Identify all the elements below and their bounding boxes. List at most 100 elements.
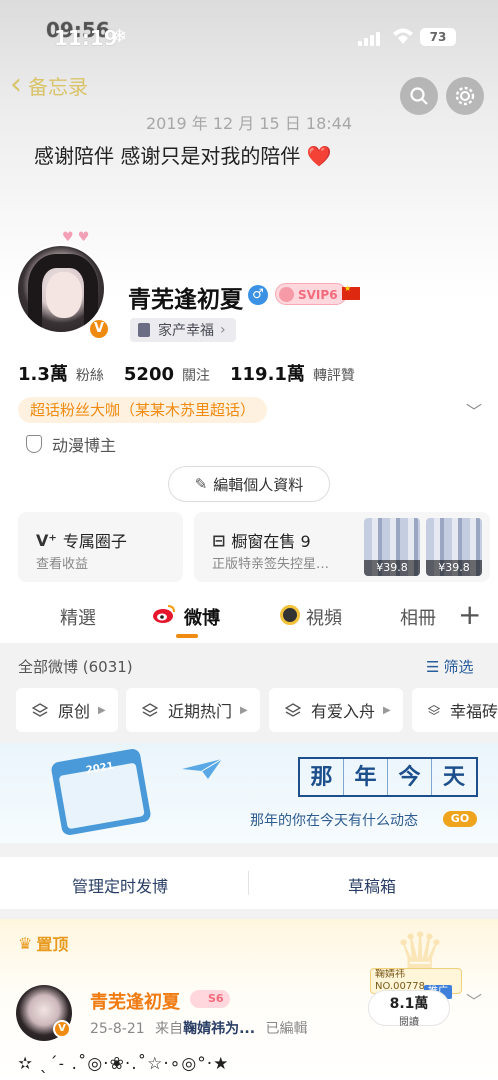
stat-label: 關注 xyxy=(182,368,210,384)
category-tag-label: 动漫博主 xyxy=(52,436,117,455)
paper-plane-icon xyxy=(182,758,223,779)
layers-icon xyxy=(285,703,301,717)
family-icon xyxy=(138,323,150,337)
caret-right-icon: ▶ xyxy=(240,704,248,716)
on-this-day-banner[interactable]: 2021 那 年 今 天 那年的你在今天有什么动态 GO xyxy=(0,743,498,843)
tab-weibo[interactable]: 微博 xyxy=(184,604,220,630)
product-thumbnail[interactable]: ¥39.8 xyxy=(364,518,420,576)
banner-title-char: 年 xyxy=(344,759,388,795)
battery-icon: 73 xyxy=(420,28,456,46)
stat-label: 轉評贊 xyxy=(312,368,355,384)
pinned-label: ♛ 置顶 xyxy=(18,931,68,955)
chip-label: 近期热门 xyxy=(168,702,233,721)
reads-label: 閱讀 xyxy=(399,1017,419,1028)
section-divider xyxy=(0,909,498,919)
memory-post-body: 感谢陪伴 感谢只是对我的陪伴 xyxy=(34,144,301,168)
circle-card-subtitle: 查看收益 xyxy=(36,557,89,572)
go-button[interactable]: GO xyxy=(443,811,477,827)
post-edited: 已編輯 xyxy=(265,1021,308,1037)
post-author-name[interactable]: 青芜逢初夏 xyxy=(90,988,180,1014)
stat-likes[interactable]: 119.1萬 轉評贊 xyxy=(230,360,355,386)
verified-badge-icon: V xyxy=(53,1020,71,1038)
shop-card-subtitle: 正版特亲签失控星… xyxy=(212,557,330,572)
circle-v-icon: V⁺ xyxy=(36,530,57,550)
stat-value: 5200 xyxy=(123,364,174,385)
caret-right-icon: ▶ xyxy=(98,704,106,716)
status-time: 09:56 11:19 xyxy=(46,18,118,50)
product-price: ¥39.8 xyxy=(364,560,420,576)
stat-value: 1.3萬 xyxy=(18,364,68,385)
post-body: ✫ ˎˊ˗ .˚◎·❀·.˚☆·∘◎°·★ xyxy=(18,1054,230,1074)
chevron-down-icon[interactable]: ﹀ xyxy=(466,398,482,422)
profile-stats: 1.3萬 粉絲 5200 關注 119.1萬 轉評贊 xyxy=(18,360,375,386)
weibo-icon xyxy=(153,605,175,623)
tab-featured[interactable]: 精選 xyxy=(60,604,96,630)
stat-following[interactable]: 5200 關注 xyxy=(124,364,210,385)
layers-icon xyxy=(32,703,48,717)
heart-decoration-icon: ♥ ♥ xyxy=(62,230,90,245)
male-icon: ♂ xyxy=(248,285,268,305)
stat-followers[interactable]: 1.3萬 粉絲 xyxy=(18,360,104,386)
product-thumbnail[interactable]: ¥39.8 xyxy=(426,518,482,576)
reads-counter[interactable]: 8.1萬 閱讀 xyxy=(368,990,450,1028)
scheduled-posts-button[interactable]: 管理定时发博 xyxy=(72,873,168,897)
edit-profile-label: 編輯個人資料 xyxy=(213,475,304,494)
back-button[interactable]: ‹ 备忘录 xyxy=(10,70,88,100)
banner-title-char: 今 xyxy=(388,759,432,795)
chip-label: 幸福砖 xyxy=(449,702,498,721)
svip-badge[interactable]: SVIP6 xyxy=(275,283,347,305)
section-divider xyxy=(0,843,498,857)
layers-icon xyxy=(428,704,440,716)
post-source[interactable]: 鞠婧祎为... xyxy=(183,1021,255,1037)
status-time-text: 11:19 xyxy=(54,26,118,50)
post-date: 25-8-21 xyxy=(90,1021,145,1037)
divider xyxy=(248,871,249,895)
stat-label: 粉絲 xyxy=(75,368,104,384)
crown-icon: ♛ xyxy=(18,933,33,953)
profile-username: 青芜逢初夏 xyxy=(128,287,243,313)
supertopic-tag[interactable]: 超话粉丝大咖（某某木苏里超话） xyxy=(18,397,268,423)
memory-post-date: 2019 年 12 月 15 日 18:44 xyxy=(145,114,353,133)
back-label: 备忘录 xyxy=(28,74,88,99)
banner-title-char: 那 xyxy=(300,759,344,795)
tab-videos[interactable]: 視頻 xyxy=(306,604,342,630)
stat-value: 119.1萬 xyxy=(230,364,305,385)
edit-profile-button[interactable]: ✎ 編輯個人資料 xyxy=(168,466,330,502)
layers-icon xyxy=(142,703,158,717)
filter-button[interactable]: ☰ 筛选 xyxy=(426,656,473,677)
chip-label: 有爱入舟 xyxy=(311,702,376,721)
chip-label: 原创 xyxy=(58,702,91,721)
chevron-down-icon[interactable]: ﹀ xyxy=(466,988,482,1012)
filter-icon: ☰ xyxy=(426,657,440,676)
add-tab-icon[interactable]: + xyxy=(458,598,481,631)
manage-row: 管理定时发博 草稿箱 xyxy=(0,857,498,909)
chip-boat[interactable]: 有爱入舟 ▶ xyxy=(269,688,403,732)
post-meta: 25-8-21 来自鞠婧祎为... 已編輯 xyxy=(90,1018,308,1038)
bag-icon: ⊟ xyxy=(212,530,226,550)
chip-happiness[interactable]: 幸福砖 xyxy=(412,688,498,732)
memory-post-text: 感谢陪伴 感谢只是对我的陪伴 ❤️ xyxy=(34,140,332,169)
active-tab-indicator xyxy=(176,634,198,638)
family-tag-label: 家产幸福 xyxy=(158,323,214,339)
chip-recent-hot[interactable]: 近期热门 ▶ xyxy=(126,688,260,732)
promo-name: 鞠婧祎 xyxy=(375,969,405,980)
tab-albums[interactable]: 相冊 xyxy=(400,604,436,630)
china-flag-icon xyxy=(342,284,360,300)
reads-value: 8.1萬 xyxy=(389,996,429,1012)
signal-icon xyxy=(358,30,384,46)
status-bar: 09:56 11:19 ❄ 73 xyxy=(0,0,498,70)
profile-tabs: 精選 微博 視頻 相冊 + xyxy=(0,598,498,638)
family-tag[interactable]: 家产幸福 › xyxy=(130,318,236,342)
chip-original[interactable]: 原创 ▶ xyxy=(16,688,118,732)
all-weibo-count[interactable]: 全部微博 (6031) xyxy=(18,656,133,677)
banner-title: 那 年 今 天 xyxy=(298,757,478,797)
verified-badge-icon: V xyxy=(88,318,110,340)
exclusive-circle-card[interactable]: V⁺ 专属圈子 查看收益 xyxy=(18,512,183,582)
drafts-button[interactable]: 草稿箱 xyxy=(348,873,396,897)
pinned-label-text: 置顶 xyxy=(36,935,69,954)
heart-icon: ❤️ xyxy=(306,144,332,168)
caret-right-icon: ▶ xyxy=(383,704,391,716)
wifi-icon xyxy=(393,28,413,44)
chevron-left-icon: ‹ xyxy=(10,67,22,102)
gear-icon xyxy=(455,86,475,106)
